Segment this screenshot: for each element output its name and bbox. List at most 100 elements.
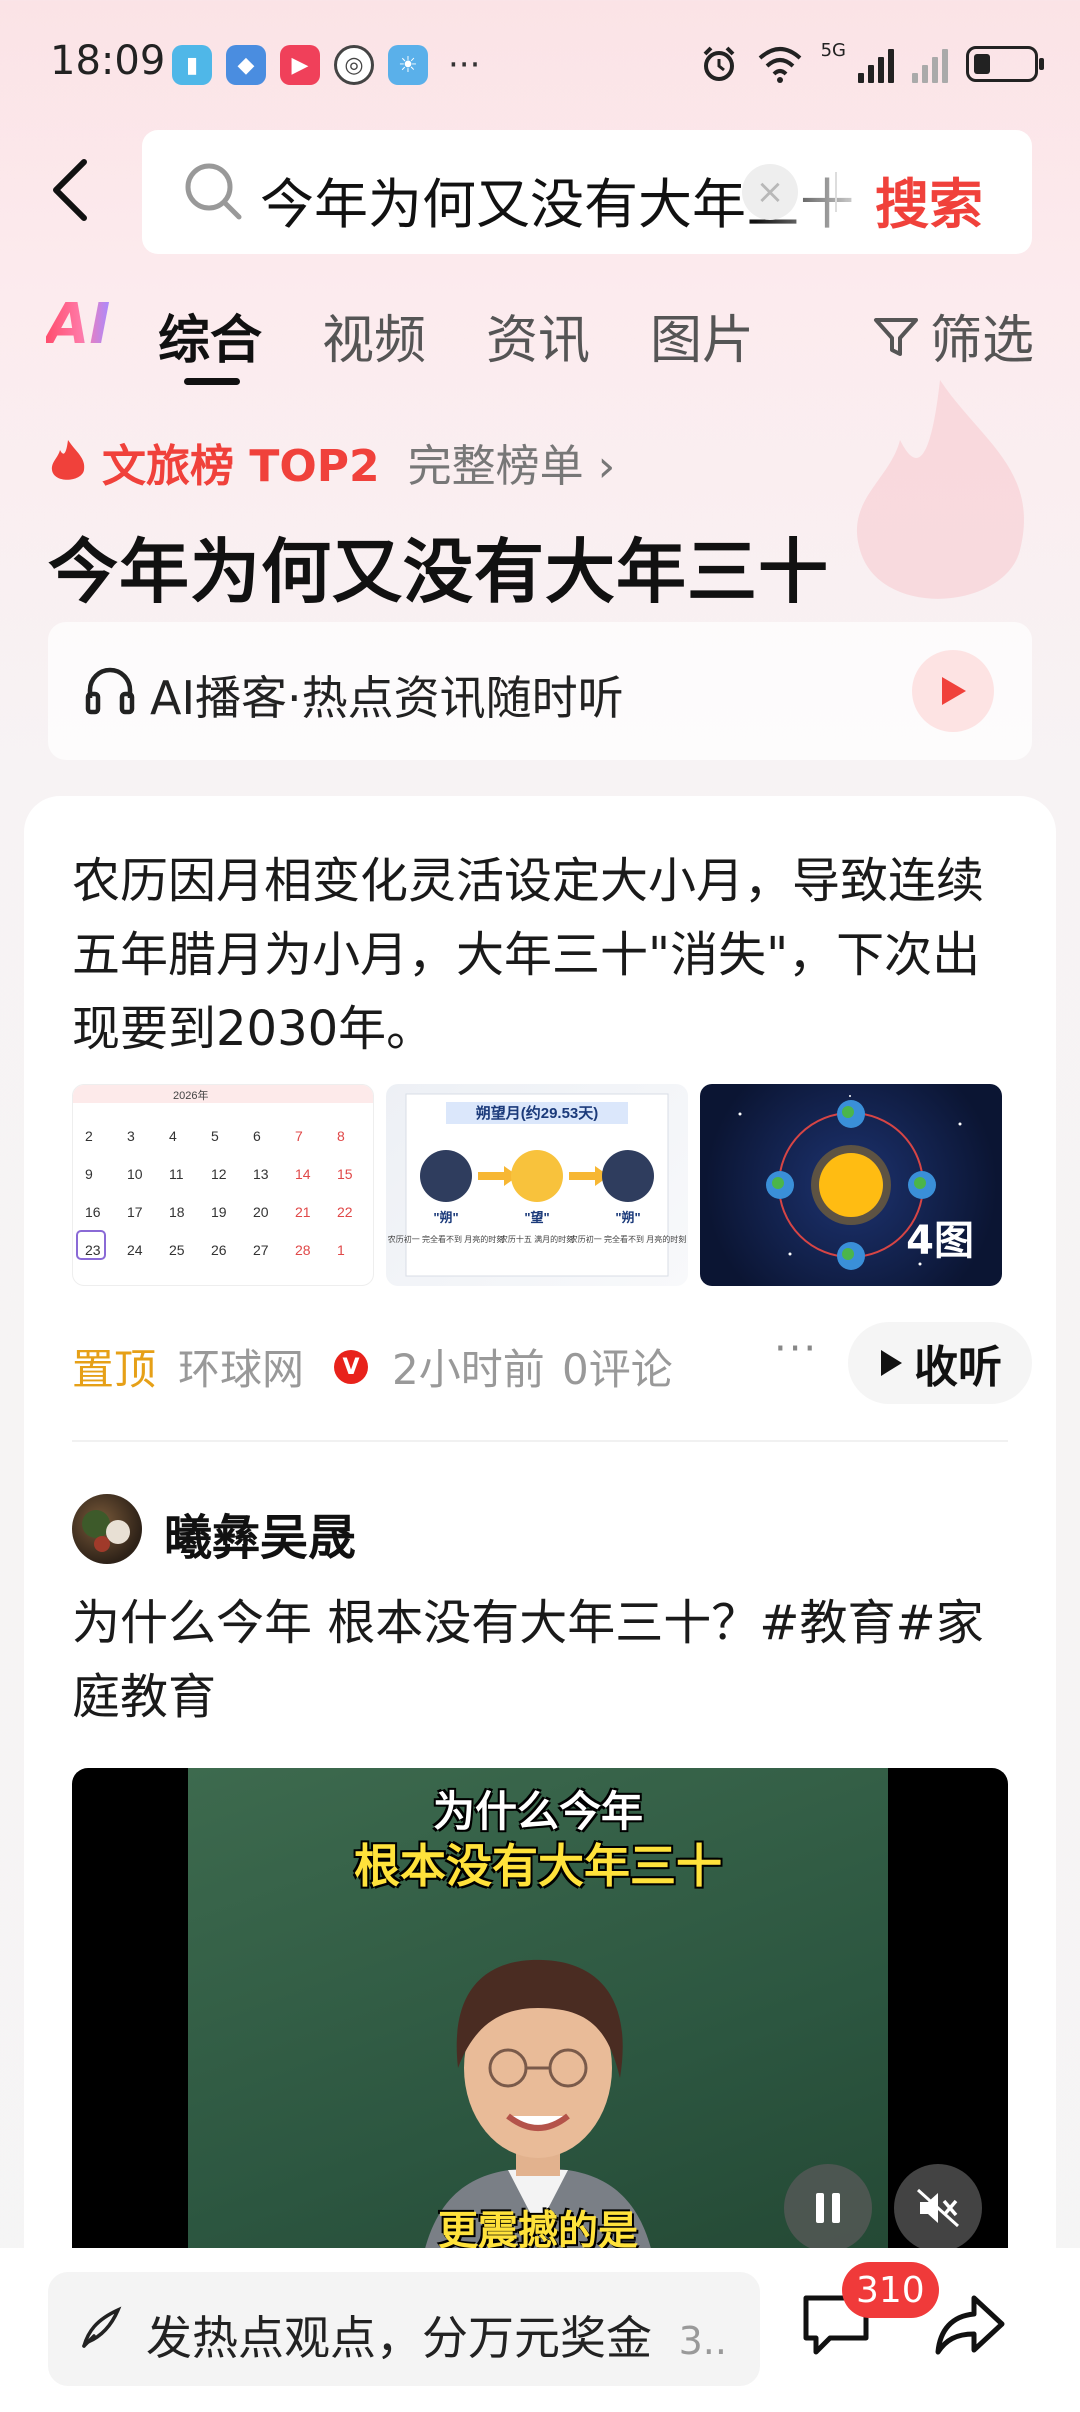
- book-app-icon: ▮: [172, 45, 212, 85]
- calendar-day: 7: [295, 1128, 303, 1144]
- status-app-icons: ▮ ◆ ▶ ◎ ☀ ···: [172, 45, 480, 85]
- search-button[interactable]: 搜索: [875, 160, 983, 239]
- search-bar[interactable]: 今年为何又没有大年三十 × 搜索: [142, 130, 1032, 254]
- tab-ai[interactable]: AI: [46, 292, 110, 357]
- source-name[interactable]: 环球网: [178, 1336, 304, 1397]
- filter-button[interactable]: 筛选: [872, 298, 1034, 373]
- new-moon-label-2: "朔": [615, 1210, 640, 1225]
- headphones-icon: [85, 667, 135, 715]
- filter-label: 筛选: [929, 311, 1034, 371]
- alarm-icon: [703, 46, 735, 81]
- pen-icon: [82, 2306, 122, 2348]
- calendar-day: 9: [85, 1166, 93, 1182]
- video-frame: 为什么今年 根本没有大年三十 更震撼的是: [188, 1768, 888, 2288]
- filter-icon: [873, 317, 918, 356]
- calendar-day: 17: [127, 1204, 143, 1220]
- share-button[interactable]: [934, 2292, 1006, 2362]
- tab-comprehensive[interactable]: 综合: [158, 298, 262, 373]
- search-divider: [835, 172, 837, 212]
- calendar-day: 12: [211, 1166, 227, 1182]
- calendar-day: 6: [253, 1128, 261, 1144]
- video-player[interactable]: 为什么今年 根本没有大年三十 更震撼的是: [72, 1768, 1008, 2288]
- battery-icon: [966, 46, 1044, 82]
- back-button[interactable]: [40, 150, 100, 230]
- mute-button[interactable]: [894, 2164, 982, 2252]
- comment-input[interactable]: 发热点观点，分万元奖金 3..: [48, 2272, 760, 2386]
- ai-summary-text[interactable]: 农历因月相变化灵活设定大小月，导致连续五年腊月为小月，大年三十"消失"，下次出现…: [72, 844, 1022, 1066]
- full-list-link[interactable]: 完整榜单 ›: [408, 430, 616, 494]
- status-indicators: 5G: [699, 40, 1044, 84]
- new-moon-label: "朔": [433, 1210, 458, 1225]
- author-name[interactable]: 曦彝吴晟: [164, 1498, 356, 1568]
- play-icon: [881, 1350, 902, 1376]
- pause-button[interactable]: [784, 2164, 872, 2252]
- publish-time: 2小时前: [392, 1345, 545, 1394]
- comment-count[interactable]: 0评论: [562, 1336, 673, 1397]
- calendar-thumbnail[interactable]: 2026年 2 3 4 5 6 7 8 9 10 11 12 13 14 15 16 17 18 19 20 21 22…: [72, 1084, 374, 1286]
- listen-button[interactable]: 收听: [848, 1322, 1032, 1404]
- topic-title: 今年为何又没有大年三十: [48, 531, 829, 613]
- comment-placeholder: 发热点观点，分万元奖金: [146, 2311, 652, 2365]
- bottom-bar: 发热点观点，分万元奖金 3.. 310: [0, 2248, 1080, 2412]
- play-icon: [942, 677, 966, 705]
- more-options-icon[interactable]: ···: [774, 1326, 818, 1372]
- calendar-day: 20: [253, 1204, 269, 1220]
- fire-icon: [51, 440, 85, 480]
- video-app-icon: ▶: [280, 45, 320, 85]
- author-avatar[interactable]: [72, 1494, 142, 1564]
- comment-count-badge: 310: [842, 2262, 939, 2318]
- search-icon: [185, 163, 242, 220]
- podcast-label: AI播客·热点资讯随时听: [150, 671, 624, 725]
- note-2: 农历十五 满月的时刻: [500, 1234, 574, 1244]
- podcast-play-button[interactable]: [912, 650, 994, 732]
- muted-speaker-icon: [916, 2188, 960, 2228]
- listen-label: 收听: [914, 1342, 1002, 1393]
- calendar-day: 16: [85, 1204, 101, 1220]
- status-more-icon: ···: [448, 45, 481, 85]
- calendar-day: 13: [253, 1166, 269, 1182]
- image-count-badge: 4图: [906, 1218, 974, 1264]
- calendar-day: 25: [169, 1242, 185, 1258]
- signal-strength-2-icon: [912, 45, 948, 83]
- video-caption-2: 根本没有大年三十: [354, 1839, 722, 1893]
- earth-sun-thumbnail[interactable]: 4图: [700, 1084, 1002, 1286]
- calendar-day: 14: [295, 1166, 311, 1182]
- calendar-day: 2: [85, 1128, 93, 1144]
- calendar-day: 19: [211, 1204, 227, 1220]
- comment-input-count: 3..: [678, 2319, 727, 2363]
- flame-watermark-icon: [856, 380, 1024, 599]
- calendar-day: 27: [253, 1242, 269, 1258]
- post-title[interactable]: 为什么今年 根本没有大年三十？#教育#家庭教育: [72, 1586, 1022, 1734]
- calendar-day: 15: [337, 1166, 353, 1182]
- lunar-phase-diagram: 朔望月(约29.53天) "朔" "望" "朔" 农历初一 完全看不到 月亮的时…: [388, 1093, 686, 1277]
- ai-podcast-bar[interactable]: AI播客·热点资讯随时听: [48, 622, 1032, 760]
- tab-video[interactable]: 视频: [322, 298, 426, 373]
- hot-rank-line[interactable]: 文旅榜 TOP2 完整榜单 ›: [48, 430, 615, 494]
- network-type-label: 5G: [820, 39, 846, 61]
- back-arrow-icon: [53, 159, 87, 221]
- tab-images[interactable]: 图片: [650, 298, 754, 373]
- signal-strength-icon: [858, 45, 894, 83]
- calendar-day: 28: [295, 1242, 311, 1258]
- calendar-day: 11: [169, 1166, 184, 1182]
- pause-icon: [816, 2193, 840, 2223]
- calendar-day: 18: [169, 1204, 185, 1220]
- card-divider: [72, 1440, 1008, 1442]
- weather-app-icon: ☀: [388, 45, 428, 85]
- comment-input-text: 发热点观点，分万元奖金 3..: [146, 2302, 746, 2368]
- globe-icon: ◎: [334, 45, 374, 85]
- wifi-icon: [758, 47, 801, 83]
- full-moon-label: "望": [524, 1210, 549, 1225]
- avatar-image: [82, 1510, 130, 1552]
- clear-search-icon[interactable]: ×: [742, 164, 798, 220]
- tab-news[interactable]: 资讯: [486, 298, 590, 373]
- verified-badge-icon: V: [334, 1350, 368, 1384]
- active-tab-indicator: [184, 378, 240, 385]
- calendar-day: 26: [211, 1242, 227, 1258]
- status-bar: 18:09 ▮ ◆ ▶ ◎ ☀ ··· 5G: [0, 0, 1080, 130]
- lunar-phase-thumbnail[interactable]: 朔望月(约29.53天) "朔" "望" "朔" 农历初一 完全看不到 月亮的时…: [386, 1084, 688, 1286]
- calendar-day: 22: [337, 1204, 353, 1220]
- status-time: 18:09: [50, 38, 166, 84]
- image-strip[interactable]: 2026年 2 3 4 5 6 7 8 9 10 11 12 13 14 15 16 17 18 19 20 21 22…: [72, 1084, 1002, 1286]
- calendar-day: 24: [127, 1242, 143, 1258]
